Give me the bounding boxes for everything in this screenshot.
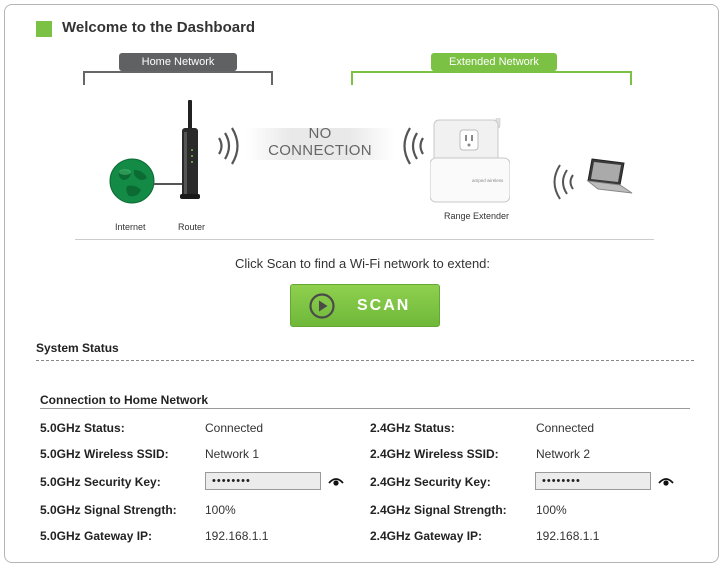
no-connection-line1: NO xyxy=(308,125,332,142)
play-icon xyxy=(309,293,335,319)
home-network-bracket xyxy=(83,71,273,85)
gateway-5ghz-value: 192.168.1.1 xyxy=(205,529,269,543)
wifi-waves-icon xyxy=(403,127,424,165)
no-connection-text: NO CONNECTION xyxy=(246,125,394,159)
signal-24ghz-value: 100% xyxy=(536,503,567,517)
router-label: Router xyxy=(178,222,206,232)
ssid-24ghz-label: 2.4GHz Wireless SSID: xyxy=(370,447,499,461)
home-network-label: Home Network xyxy=(119,53,237,71)
svg-text:amped wireless: amped wireless xyxy=(472,178,504,183)
status-5ghz-value: Connected xyxy=(205,421,264,435)
signal-24ghz-label: 2.4GHz Signal Strength: xyxy=(370,503,507,517)
internet-cable xyxy=(153,183,183,185)
security-key-5ghz-field[interactable]: •••••••• xyxy=(205,472,321,490)
security-key-24ghz-field[interactable]: •••••••• xyxy=(535,472,651,490)
diagram-divider xyxy=(75,239,654,240)
security-key-24ghz-label: 2.4GHz Security Key: xyxy=(370,475,491,489)
internet-label: Internet xyxy=(115,222,146,232)
eye-icon[interactable] xyxy=(658,477,674,487)
title-marker-icon xyxy=(36,21,52,37)
scan-button-label: SCAN xyxy=(357,297,411,314)
system-status-divider xyxy=(36,360,694,361)
page-title: Welcome to the Dashboard xyxy=(62,19,256,36)
ssid-5ghz-label: 5.0GHz Wireless SSID: xyxy=(40,447,169,461)
no-connection-line2: CONNECTION xyxy=(268,142,372,159)
range-extender-label: Range Extender xyxy=(444,211,510,221)
ssid-5ghz-value: Network 1 xyxy=(205,447,260,461)
wifi-waves-icon xyxy=(553,164,574,200)
wifi-waves-icon xyxy=(218,127,239,165)
connection-home-title: Connection to Home Network xyxy=(40,393,209,407)
gateway-5ghz-label: 5.0GHz Gateway IP: xyxy=(40,529,153,543)
security-key-5ghz-label: 5.0GHz Security Key: xyxy=(40,475,161,489)
status-5ghz-label: 5.0GHz Status: xyxy=(40,421,125,435)
extended-network-bracket xyxy=(351,71,632,85)
ssid-24ghz-value: Network 2 xyxy=(536,447,591,461)
gateway-24ghz-value: 192.168.1.1 xyxy=(536,529,600,543)
status-24ghz-label: 2.4GHz Status: xyxy=(370,421,455,435)
signal-5ghz-label: 5.0GHz Signal Strength: xyxy=(40,503,177,517)
status-24ghz-value: Connected xyxy=(536,421,595,435)
router-icon xyxy=(180,100,200,199)
signal-5ghz-value: 100% xyxy=(205,503,236,517)
laptop-icon xyxy=(586,158,633,194)
range-extender-icon: amped wireless xyxy=(430,118,510,203)
scan-button[interactable]: SCAN xyxy=(290,284,440,327)
extended-network-label: Extended Network xyxy=(431,53,557,71)
globe-icon xyxy=(109,158,155,204)
gateway-24ghz-label: 2.4GHz Gateway IP: xyxy=(370,529,483,543)
connection-divider xyxy=(40,408,690,409)
system-status-title: System Status xyxy=(36,341,119,355)
scan-prompt: Click Scan to find a Wi-Fi network to ex… xyxy=(234,256,491,271)
eye-icon[interactable] xyxy=(328,477,344,487)
